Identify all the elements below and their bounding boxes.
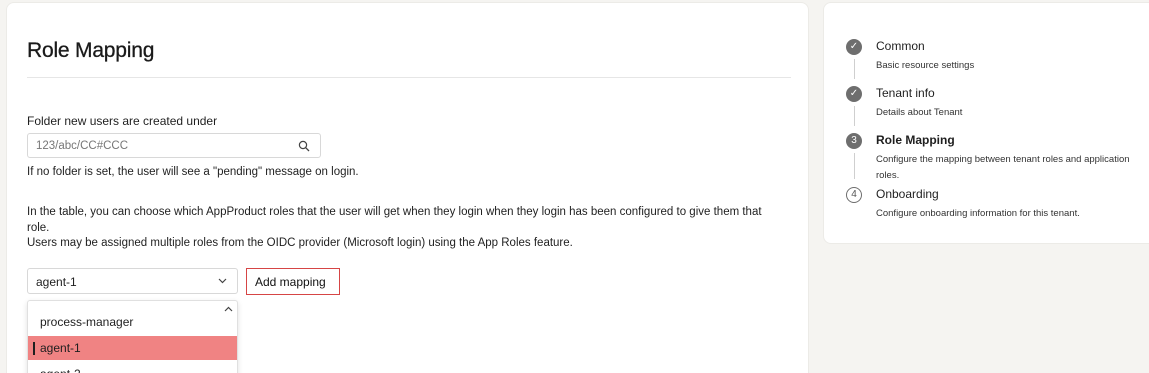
dropdown-option-label: agent-1	[40, 341, 81, 355]
step-4-number: 4	[846, 187, 862, 203]
role-dropdown-list: process-manager agent-1 agent-2	[27, 300, 238, 373]
folder-input[interactable]	[36, 138, 286, 154]
step-3-title[interactable]: Role Mapping	[876, 133, 955, 147]
add-mapping-button[interactable]: Add mapping	[246, 268, 340, 295]
dropdown-option-agent-1[interactable]: agent-1	[28, 336, 237, 360]
folder-search-field[interactable]	[27, 133, 321, 158]
step-1-title[interactable]: Common	[876, 39, 925, 53]
step-2-description: Details about Tenant	[876, 107, 963, 118]
info-line-roles: In the table, you can choose which AppPr…	[27, 206, 762, 234]
dropdown-option-process-manager[interactable]: process-manager	[28, 310, 237, 334]
role-mapping-panel: Role Mapping Folder new users are create…	[6, 2, 809, 373]
wizard-steps-panel: ✓ Common Basic resource settings ✓ Tenan…	[823, 2, 1149, 244]
page-title: Role Mapping	[27, 39, 155, 62]
info-line-oidc: Users may be assigned multiple roles fro…	[27, 237, 573, 249]
step-connector	[854, 106, 855, 126]
role-select[interactable]: agent-1	[27, 268, 238, 294]
dropdown-option-agent-2[interactable]: agent-2	[28, 362, 237, 373]
folder-label: Folder new users are created under	[27, 114, 218, 128]
step-2-title[interactable]: Tenant info	[876, 86, 935, 100]
step-3-description: Configure the mapping between tenant rol…	[876, 154, 1130, 181]
step-connector	[854, 59, 855, 79]
chevron-down-icon	[218, 278, 227, 284]
title-divider	[27, 77, 791, 78]
search-icon[interactable]	[298, 140, 310, 152]
folder-hint: If no folder is set, the user will see a…	[27, 166, 359, 178]
step-4-title[interactable]: Onboarding	[876, 187, 939, 201]
selected-marker	[33, 342, 35, 355]
step-connector	[854, 153, 855, 179]
step-3-number: 3	[846, 133, 862, 149]
role-select-value: agent-1	[36, 275, 77, 289]
step-1-description: Basic resource settings	[876, 60, 975, 71]
info-text: In the table, you can choose which AppPr…	[27, 205, 787, 252]
step-4-description: Configure onboarding information for thi…	[876, 208, 1080, 219]
step-1-check-icon: ✓	[846, 39, 862, 55]
step-2-check-icon: ✓	[846, 86, 862, 102]
